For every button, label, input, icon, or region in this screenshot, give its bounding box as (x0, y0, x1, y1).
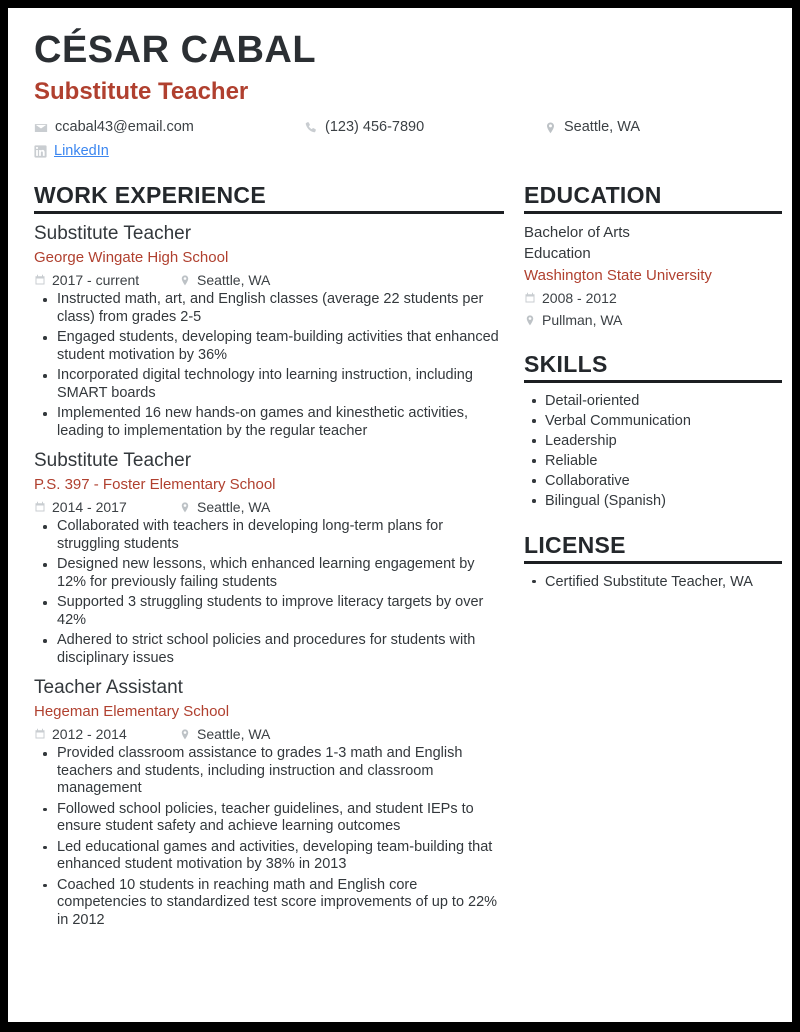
section-rule-skills (524, 380, 782, 384)
page-title: CÉSAR CABAL (34, 29, 317, 71)
right-column: EDUCATION Bachelor of Arts Education Was… (524, 183, 782, 938)
section-heading-work-experience: WORK EXPERIENCE (34, 182, 266, 209)
work-entry-title: Substitute Teacher (34, 223, 192, 245)
bullet-item: Followed school policies, teacher guidel… (34, 801, 504, 836)
skill-item: Detail-oriented (524, 391, 782, 411)
work-entry-title: Teacher Assistant (34, 677, 183, 699)
resume-body: WORK EXPERIENCE Substitute Teacher Georg… (34, 183, 782, 938)
section-rule-license (524, 560, 782, 564)
bullet-item: Coached 10 students in reaching math and… (34, 877, 504, 930)
license-item: Certified Substitute Teacher, WA (524, 572, 782, 592)
education-entry: Bachelor of Arts Education Washington St… (524, 222, 782, 330)
work-entry-meta: 2014 - 2017 Seattle, WA (34, 498, 504, 516)
map-pin-icon (524, 314, 536, 327)
education-field: Education (524, 245, 591, 263)
work-entry-dates: 2017 - current (34, 271, 179, 289)
work-entry-dates-text: 2014 - 2017 (52, 499, 127, 516)
skills-list: Detail-oriented Verbal Communication Lea… (524, 391, 782, 511)
section-rule-education (524, 211, 782, 215)
work-entry-dates: 2014 - 2017 (34, 498, 179, 516)
section-heading-education: EDUCATION (524, 182, 662, 209)
education-location: Pullman, WA (524, 310, 782, 330)
skill-item: Collaborative (524, 471, 782, 491)
map-pin-icon (179, 728, 191, 741)
education-location-text: Pullman, WA (542, 312, 623, 329)
bullet-item: Designed new lessons, which enhanced lea… (34, 556, 504, 591)
education-dates-text: 2008 - 2012 (542, 290, 617, 307)
phone-icon (304, 121, 318, 135)
education-dates: 2008 - 2012 (524, 288, 782, 308)
bullet-item: Implemented 16 new hands-on games and ki… (34, 405, 504, 440)
education-school: Washington State University (524, 267, 712, 285)
work-entry: Substitute Teacher George Wingate High S… (34, 222, 504, 440)
work-entry-organization: P.S. 397 - Foster Elementary School (34, 475, 276, 493)
column-gutter (504, 183, 524, 938)
work-entry: Teacher Assistant Hegeman Elementary Sch… (34, 676, 504, 929)
contact-row-primary: ccabal43@email.com (123) 456-7890 Seattl… (34, 118, 754, 137)
contact-phone[interactable]: (123) 456-7890 (304, 118, 544, 137)
contact-email-text: ccabal43@email.com (55, 119, 194, 136)
skill-item: Reliable (524, 451, 782, 471)
map-pin-icon (544, 121, 557, 135)
linkedin-icon (34, 145, 47, 158)
work-entry-location: Seattle, WA (179, 271, 270, 289)
license-list: Certified Substitute Teacher, WA (524, 572, 782, 592)
work-entry-organization: George Wingate High School (34, 248, 229, 266)
linkedin-link-text[interactable]: LinkedIn (54, 142, 109, 161)
bullet-item: Incorporated digital technology into lea… (34, 367, 504, 402)
contact-phone-text: (123) 456-7890 (325, 119, 425, 136)
education-degree: Bachelor of Arts (524, 224, 630, 242)
work-entry-meta: 2012 - 2014 Seattle, WA (34, 725, 504, 743)
section-heading-license: LICENSE (524, 532, 626, 559)
left-column: WORK EXPERIENCE Substitute Teacher Georg… (34, 183, 504, 938)
contact-location-text: Seattle, WA (564, 119, 641, 136)
work-entry-location: Seattle, WA (179, 725, 270, 743)
map-pin-icon (179, 274, 191, 287)
work-entry-bullets: Collaborated with teachers in developing… (34, 518, 504, 667)
calendar-icon (34, 501, 46, 513)
work-entry-dates-text: 2017 - current (52, 272, 140, 289)
work-entry-location: Seattle, WA (179, 498, 270, 516)
bullet-item: Engaged students, developing team-buildi… (34, 329, 504, 364)
resume-page: CÉSAR CABAL Substitute Teacher ccabal43@… (8, 8, 792, 1022)
skill-item: Leadership (524, 431, 782, 451)
section-heading-skills: SKILLS (524, 351, 608, 378)
contact-row-secondary: LinkedIn (34, 142, 754, 161)
calendar-icon (34, 728, 46, 740)
work-entry-meta: 2017 - current Seattle, WA (34, 271, 504, 289)
resume-header: CÉSAR CABAL Substitute Teacher ccabal43@… (34, 29, 774, 161)
envelope-icon (34, 121, 48, 135)
map-pin-icon (179, 501, 191, 514)
contact-email[interactable]: ccabal43@email.com (34, 118, 304, 137)
skill-item: Bilingual (Spanish) (524, 491, 782, 511)
section-rule-work-experience (34, 211, 504, 215)
work-entry-bullets: Instructed math, art, and English classe… (34, 291, 504, 440)
work-entry-bullets: Provided classroom assistance to grades … (34, 745, 504, 929)
work-entry-location-text: Seattle, WA (197, 499, 271, 516)
work-entry-dates: 2012 - 2014 (34, 725, 179, 743)
contact-block: ccabal43@email.com (123) 456-7890 Seattl… (34, 118, 754, 161)
work-entry-title: Substitute Teacher (34, 450, 192, 472)
bullet-item: Provided classroom assistance to grades … (34, 745, 504, 798)
work-entry-location-text: Seattle, WA (197, 726, 271, 743)
contact-linkedin[interactable]: LinkedIn (34, 142, 304, 161)
work-entry-organization: Hegeman Elementary School (34, 702, 230, 720)
work-entry-dates-text: 2012 - 2014 (52, 726, 127, 743)
headline-job-title: Substitute Teacher (34, 77, 249, 105)
skill-item: Verbal Communication (524, 411, 782, 431)
bullet-item: Collaborated with teachers in developing… (34, 518, 504, 553)
work-entry: Substitute Teacher P.S. 397 - Foster Ele… (34, 449, 504, 667)
bullet-item: Led educational games and activities, de… (34, 839, 504, 874)
work-entry-location-text: Seattle, WA (197, 272, 271, 289)
bullet-item: Adhered to strict school policies and pr… (34, 632, 504, 667)
calendar-icon (524, 292, 536, 304)
bullet-item: Instructed math, art, and English classe… (34, 291, 504, 326)
contact-location: Seattle, WA (544, 118, 744, 137)
calendar-icon (34, 274, 46, 286)
bullet-item: Supported 3 struggling students to impro… (34, 594, 504, 629)
